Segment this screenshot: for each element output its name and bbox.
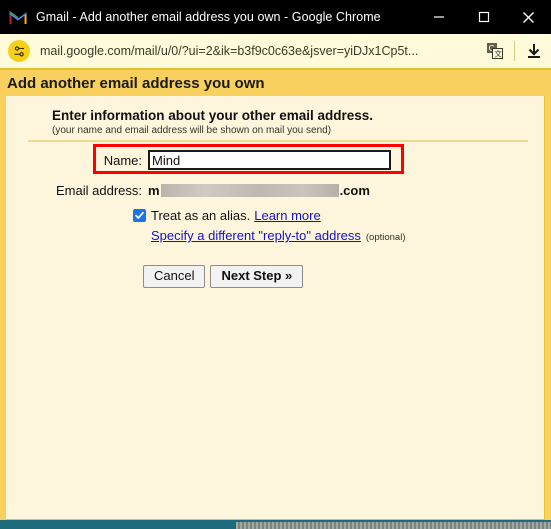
page-header-band: Add another email address you own	[0, 70, 551, 96]
address-bar-url[interactable]: mail.google.com/mail/u/0/?ui=2&ik=b3f9c0…	[40, 44, 478, 58]
learn-more-link[interactable]: Learn more	[254, 208, 320, 223]
name-input[interactable]	[148, 150, 391, 170]
treat-as-alias-label: Treat as an alias.	[151, 208, 251, 223]
name-input-wrapper	[148, 150, 391, 170]
reply-to-row: Specify a different "reply-to" address (…	[6, 228, 545, 243]
minimize-icon[interactable]	[416, 0, 461, 34]
browser-toolbar: mail.google.com/mail/u/0/?ui=2&ik=b3f9c0…	[0, 34, 551, 70]
toolbar-separator	[514, 41, 515, 61]
alias-row: Treat as an alias. Learn more	[6, 208, 545, 223]
section-divider	[28, 140, 528, 142]
intro-subtext: (your name and email address will be sho…	[52, 125, 332, 136]
name-row: Name:	[6, 148, 545, 172]
page-title: Add another email address you own	[7, 74, 265, 92]
dialog-button-row: Cancel Next Step »	[6, 265, 545, 289]
close-icon[interactable]	[506, 0, 551, 34]
email-form: Name: Email address: m .com	[6, 148, 545, 289]
gmail-m-logo-icon	[8, 9, 28, 25]
email-suffix: .com	[339, 182, 370, 198]
treat-as-alias-checkbox[interactable]	[133, 209, 146, 222]
taskbar-items-strip	[236, 522, 551, 529]
next-step-button[interactable]: Next Step »	[210, 265, 304, 289]
email-redaction-block	[160, 183, 339, 197]
checkmark-icon	[135, 211, 144, 219]
cancel-button[interactable]: Cancel	[143, 265, 206, 289]
desktop-taskbar	[0, 520, 551, 529]
site-settings-icon[interactable]	[8, 40, 30, 62]
specify-reply-to-link[interactable]: Specify a different "reply-to" address	[151, 228, 361, 243]
reply-to-optional-note: (optional)	[365, 232, 406, 243]
email-address-value: m .com	[148, 183, 370, 198]
svg-text:文: 文	[494, 49, 502, 59]
translate-icon[interactable]: G 文	[478, 34, 512, 68]
window-title: Gmail - Add another email address you ow…	[36, 10, 381, 24]
email-address-label: Email address:	[56, 182, 142, 198]
name-label: Name:	[103, 152, 142, 168]
email-address-row: Email address: m .com	[6, 178, 545, 202]
right-rail	[545, 96, 551, 520]
email-prefix: m	[148, 182, 160, 198]
download-icon[interactable]	[517, 34, 551, 68]
maximize-icon[interactable]	[461, 0, 506, 34]
chrome-window: Gmail - Add another email address you ow…	[0, 0, 551, 529]
intro-heading: Enter information about your other email…	[52, 108, 374, 123]
dialog-content: Enter information about your other email…	[6, 96, 545, 520]
window-titlebar: Gmail - Add another email address you ow…	[0, 0, 551, 34]
